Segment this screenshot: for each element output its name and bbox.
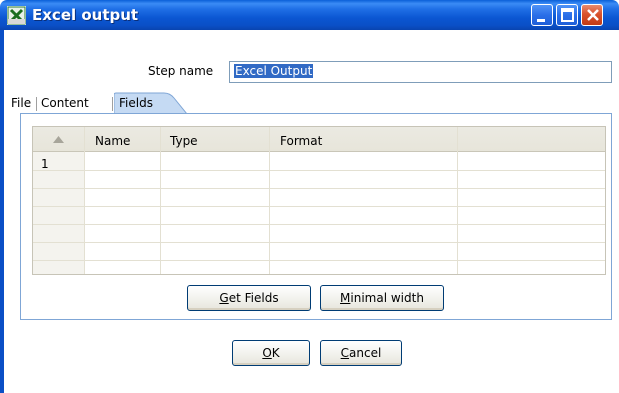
minimize-button[interactable]: [531, 4, 553, 26]
column-divider: [269, 127, 270, 274]
column-header-type[interactable]: Type: [170, 134, 198, 148]
row-divider: [33, 242, 605, 243]
minimize-icon: [537, 19, 545, 22]
table-row-number: 1: [41, 157, 49, 171]
row-divider: [33, 206, 605, 207]
cancel-label: ancel: [349, 346, 382, 360]
close-button[interactable]: [581, 4, 603, 26]
step-name-label: Step name: [148, 64, 214, 78]
minimal-width-button[interactable]: Minimal width: [320, 285, 444, 311]
get-fields-mnemonic: G: [219, 291, 229, 305]
tab-file[interactable]: File: [11, 96, 31, 110]
tab-divider: [112, 97, 113, 111]
minimal-width-mnemonic: M: [340, 291, 351, 305]
title-bar[interactable]: Excel output: [0, 0, 619, 30]
fields-table[interactable]: Name Type Format 1: [32, 126, 606, 275]
window-title: Excel output: [32, 6, 139, 24]
close-icon: [587, 9, 599, 21]
table-header: Name Type Format: [33, 127, 605, 152]
row-divider: [33, 260, 605, 261]
ok-button[interactable]: OK: [232, 340, 310, 366]
tab-fields[interactable]: Fields: [119, 96, 153, 110]
maximize-icon: [561, 8, 574, 22]
cancel-mnemonic: C: [340, 346, 350, 360]
sort-up-icon[interactable]: [53, 136, 64, 143]
tab-content[interactable]: Content: [41, 96, 89, 110]
get-fields-button[interactable]: Get Fields: [187, 285, 311, 311]
row-divider: [33, 224, 605, 225]
column-divider: [84, 127, 85, 274]
minimal-width-label: inimal width: [350, 291, 424, 305]
ok-mnemonic: O: [262, 346, 272, 360]
column-divider: [160, 127, 161, 274]
step-name-input[interactable]: Excel Output: [229, 61, 612, 83]
row-divider: [33, 188, 605, 189]
ok-label: K: [271, 346, 280, 360]
column-divider: [457, 127, 458, 274]
column-header-name[interactable]: Name: [95, 134, 130, 148]
step-name-value: Excel Output: [234, 64, 314, 78]
spoon-excel-icon: [7, 6, 26, 25]
cancel-button[interactable]: Cancel: [320, 340, 402, 366]
tab-divider: [36, 97, 37, 111]
row-divider: [33, 170, 605, 171]
maximize-button[interactable]: [556, 4, 578, 26]
get-fields-label: et Fields: [228, 291, 279, 305]
column-header-format[interactable]: Format: [280, 134, 322, 148]
window-frame-left: [0, 30, 4, 393]
